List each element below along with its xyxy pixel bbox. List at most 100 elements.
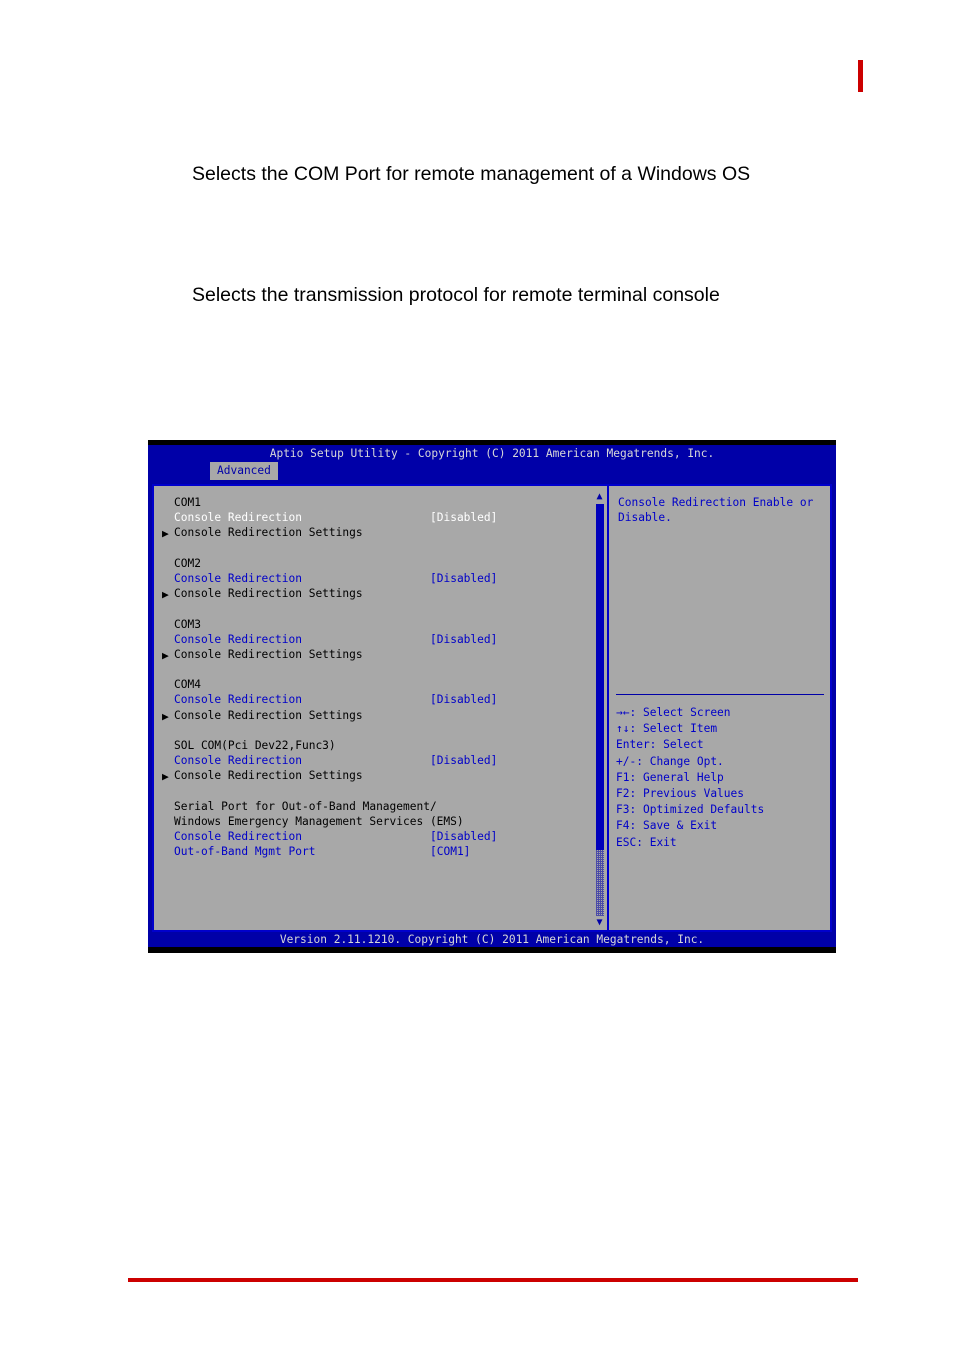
key-legend-action: Change Opt. xyxy=(649,754,724,768)
window-bottom-border xyxy=(148,947,836,953)
bios-setup-window: Aptio Setup Utility - Copyright (C) 2011… xyxy=(148,440,836,953)
scroll-up-arrow-icon[interactable]: ▲ xyxy=(595,492,604,502)
key-legend-key: F3: xyxy=(616,803,637,817)
key-legend-row: F3: Optimized Defaults xyxy=(616,802,826,818)
key-legend-key: ESC: xyxy=(616,835,643,849)
options-spacer xyxy=(162,784,582,799)
options-row-label: Console Redirection Settings xyxy=(174,708,363,722)
key-legend-key: ↑↓: xyxy=(616,722,637,736)
options-row-label: Console Redirection Settings xyxy=(174,647,363,661)
submenu-arrow-icon: ▶ xyxy=(162,527,169,541)
options-row-label: Console Redirection Settings xyxy=(174,587,363,601)
key-legend-key: Enter: xyxy=(616,738,657,752)
options-row[interactable]: Console Redirection [Disabled] xyxy=(162,571,582,586)
options-row-label: COM2 xyxy=(174,556,201,570)
bios-content-area: COM1 Console Redirection [Disabled] ▶ Consol… xyxy=(152,484,832,932)
options-row-label: Console Redirection xyxy=(174,754,302,768)
help-text: Console Redirection Enable or Disable. xyxy=(618,496,814,525)
description-paragraph-com-port: Selects the COM Port for remote manageme… xyxy=(192,163,751,185)
options-row[interactable]: Console Redirection [Disabled] xyxy=(162,692,582,707)
options-group-header: SOL COM(Pci Dev22,Func3) xyxy=(162,738,582,753)
options-row[interactable]: Console Redirection [Disabled] xyxy=(162,753,582,768)
key-legend-action: Optimized Defaults xyxy=(642,803,765,817)
options-group-header: COM3 xyxy=(162,617,582,632)
submenu-arrow-icon: ▶ xyxy=(162,709,169,723)
options-spacer xyxy=(162,541,582,556)
options-row[interactable]: ▶ Console Redirection Settings xyxy=(162,586,582,601)
options-row-label: Console Redirection Settings xyxy=(174,526,363,540)
window-top-border xyxy=(148,440,836,445)
options-spacer xyxy=(162,662,582,677)
key-legend-action: Exit xyxy=(649,835,677,849)
page-edge-marker xyxy=(858,60,863,92)
options-row-label: Console Redirection xyxy=(174,693,302,707)
key-legend-action: Select xyxy=(663,738,704,752)
key-legend-key: →←: xyxy=(616,706,637,719)
options-row-value[interactable]: [Disabled] xyxy=(430,632,497,647)
options-row-label: SOL COM(Pci Dev22,Func3) xyxy=(174,739,336,752)
footer-rule xyxy=(128,1278,858,1282)
key-legend-row: F1: General Help xyxy=(616,770,826,786)
options-group-header: COM2 xyxy=(162,556,582,571)
options-row-label: Console Redirection xyxy=(174,511,302,525)
options-row-value[interactable]: [Disabled] xyxy=(430,829,497,844)
submenu-arrow-icon: ▶ xyxy=(162,588,169,602)
options-row-value[interactable]: [COM1] xyxy=(430,844,470,859)
help-divider xyxy=(616,694,824,695)
options-row[interactable]: Console Redirection [Disabled] xyxy=(162,510,582,525)
pane-divider xyxy=(607,486,609,930)
key-legend-key: F4: xyxy=(616,819,637,833)
scroll-down-arrow-icon[interactable]: ▼ xyxy=(595,918,604,928)
key-legend-action: General Help xyxy=(642,770,724,784)
options-row-label: Console Redirection Settings xyxy=(174,769,363,783)
options-scrollbar[interactable]: ▲ ▼ xyxy=(594,490,605,930)
options-row[interactable]: ▶ Console Redirection Settings xyxy=(162,708,582,723)
options-pane: COM1 Console Redirection [Disabled] ▶ Consol… xyxy=(154,486,606,930)
tab-advanced[interactable]: Advanced xyxy=(210,462,278,481)
options-row-value[interactable]: [Disabled] xyxy=(430,571,497,586)
bios-tab-bar: Advanced xyxy=(148,462,836,481)
description-paragraph-protocol: Selects the transmission protocol for re… xyxy=(192,284,720,306)
options-row[interactable]: Console Redirection [Disabled] xyxy=(162,632,582,647)
options-spacer xyxy=(162,601,582,616)
key-legend-action: Select Screen xyxy=(642,706,731,719)
key-legend-row: ESC: Exit xyxy=(616,835,826,851)
options-group-header: COM4 xyxy=(162,677,582,692)
options-row[interactable]: ▶ Console Redirection Settings xyxy=(162,525,582,540)
options-row[interactable]: Out-of-Band Mgmt Port [COM1] xyxy=(162,844,582,859)
options-spacer xyxy=(162,723,582,738)
options-group-header: Serial Port for Out-of-Band Management/ xyxy=(162,799,582,814)
options-row-label: Windows Emergency Management Services (E… xyxy=(174,814,464,828)
options-group-header: Windows Emergency Management Services (E… xyxy=(162,814,582,829)
options-row-label: Out-of-Band Mgmt Port xyxy=(174,845,316,859)
bios-title-bar: Aptio Setup Utility - Copyright (C) 2011… xyxy=(269,447,715,460)
options-row-label: Console Redirection xyxy=(174,571,302,585)
options-list: COM1 Console Redirection [Disabled] ▶ Consol… xyxy=(162,495,582,860)
key-legend-key: +/-: xyxy=(616,754,643,768)
options-group-header: COM1 xyxy=(162,495,582,510)
options-row[interactable]: ▶ Console Redirection Settings xyxy=(162,647,582,662)
options-row-value[interactable]: [Disabled] xyxy=(430,692,497,707)
key-legend-row: F4: Save & Exit xyxy=(616,818,826,834)
options-row-label: COM4 xyxy=(174,678,201,692)
options-row-label: Console Redirection xyxy=(174,632,302,646)
key-legend-row: Enter: Select xyxy=(616,737,826,753)
key-legend-key: F1: xyxy=(616,770,637,784)
options-row-value[interactable]: [Disabled] xyxy=(430,510,497,525)
key-legend-key: F2: xyxy=(616,786,637,800)
key-legend-action: Select Item xyxy=(642,722,718,736)
key-legend-row: →←: Select Screen xyxy=(616,705,826,721)
submenu-arrow-icon: ▶ xyxy=(162,770,169,784)
key-legend-row: F2: Previous Values xyxy=(616,786,826,802)
options-row[interactable]: Console Redirection [Disabled] xyxy=(162,829,582,844)
key-legend: →←: Select Screen ↑↓: Select Item Enter: S… xyxy=(616,705,826,851)
scrollbar-thumb[interactable] xyxy=(596,504,604,850)
key-legend-row: +/-: Change Opt. xyxy=(616,754,826,770)
key-legend-action: Save & Exit xyxy=(642,819,718,833)
options-row[interactable]: ▶ Console Redirection Settings xyxy=(162,768,582,783)
options-row-label: COM1 xyxy=(174,496,201,509)
options-row-value[interactable]: [Disabled] xyxy=(430,753,497,768)
help-pane: Console Redirection Enable or Disable. →… xyxy=(610,486,830,930)
options-row-label: Console Redirection xyxy=(174,830,302,844)
submenu-arrow-icon: ▶ xyxy=(162,648,169,662)
